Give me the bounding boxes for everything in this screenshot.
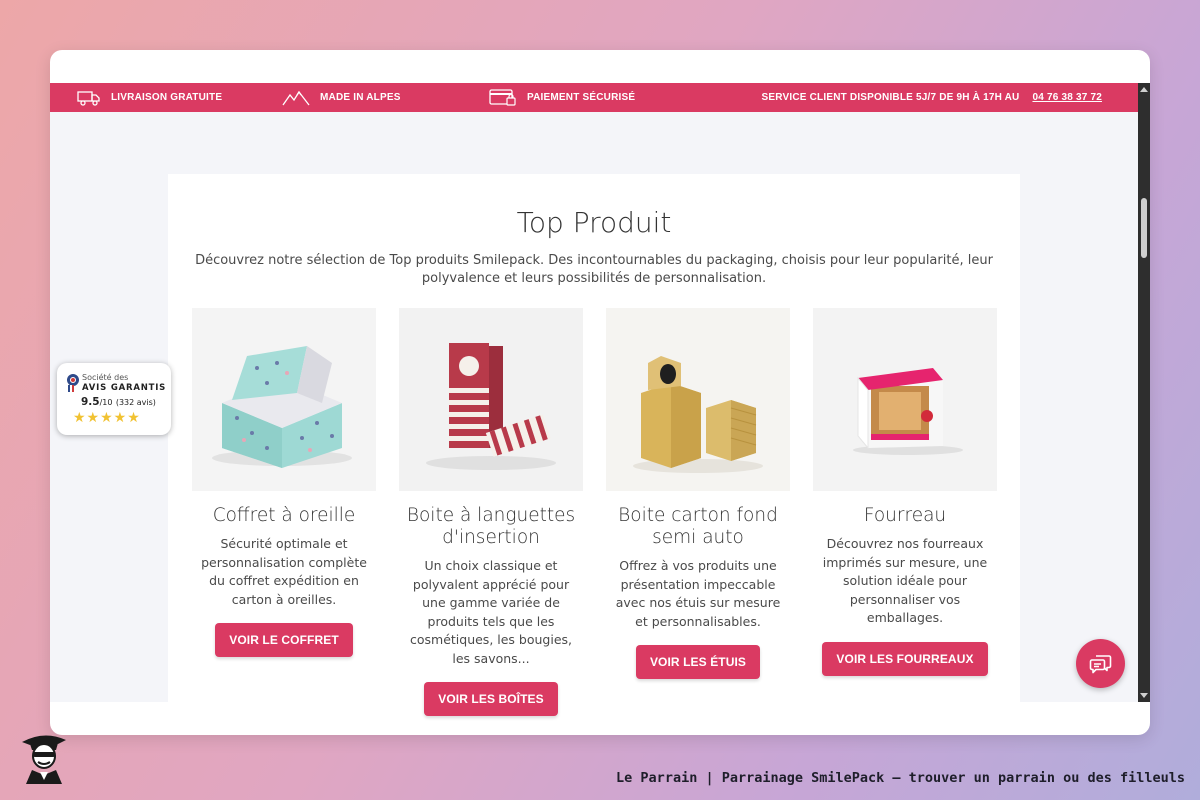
service-phone-link[interactable]: 04 76 38 37 72 [1032, 92, 1102, 103]
page-scrollbar[interactable] [1138, 83, 1150, 702]
product-title: Fourreau [863, 505, 947, 526]
footer-caption: Le Parrain | Parrainage SmilePack — trou… [616, 770, 1185, 786]
product-card-fond-semi-auto: Boite carton fond semi auto Offrez à vos… [606, 308, 790, 679]
info-bar: LIVRAISON GRATUITE MADE IN ALPES PAIEMEN… [50, 83, 1138, 112]
product-card-fourreau: Fourreau Découvrez nos fourreaux imprimé… [813, 308, 997, 676]
product-description: Offrez à vos produits une présentation i… [615, 558, 781, 629]
chat-icon [1089, 654, 1111, 673]
badge-line2: AVIS GARANTIS [82, 383, 167, 393]
scroll-up-arrow-icon[interactable] [1140, 87, 1148, 92]
product-description: Un choix classique et polyvalent appréci… [409, 558, 573, 666]
view-etuis-button[interactable]: VOIR LES ÉTUIS [635, 645, 761, 679]
top-products-section: Top Produit Découvrez notre sélection de… [168, 174, 1020, 734]
chat-button[interactable] [1076, 639, 1125, 688]
customer-service-item: SERVICE CLIENT DISPONIBLE 5J/7 DE 9H À 1… [762, 83, 1102, 112]
product-title: Boite carton fond semi auto [618, 505, 778, 548]
browser-window: LIVRAISON GRATUITE MADE IN ALPES PAIEMEN… [50, 50, 1150, 735]
made-in-item: MADE IN ALPES [282, 83, 401, 112]
free-delivery-label: LIVRAISON GRATUITE [111, 92, 223, 103]
view-fourreaux-button[interactable]: VOIR LES FOURREAUX [822, 641, 988, 676]
product-image-fourreau[interactable] [813, 308, 997, 491]
product-card-boite-languettes: Boite à languettes d'insertion Un choix … [399, 308, 583, 716]
truck-icon [77, 90, 100, 106]
free-delivery-item: LIVRAISON GRATUITE [77, 83, 222, 112]
badge-line1: Société des [82, 373, 129, 382]
product-image-boite-languettes[interactable] [399, 308, 583, 491]
section-title: Top Produit [516, 206, 672, 239]
product-card-coffret: Coffret à oreille Sécurité optimale et p… [192, 308, 376, 657]
view-coffret-button[interactable]: VOIR LE COFFRET [215, 623, 353, 657]
review-count: (332 avis) [115, 398, 156, 407]
scroll-down-arrow-icon[interactable] [1140, 693, 1148, 698]
product-image-coffret[interactable] [192, 308, 376, 491]
mountain-icon [282, 90, 310, 105]
product-title: Boite à languettes d'insertion [406, 505, 576, 548]
card-icon [489, 88, 516, 106]
badge-score: 9.5/10 (332 avis) [81, 396, 156, 408]
avatar-icon [22, 735, 66, 784]
score-value: 9.5 [81, 396, 100, 408]
reviews-badge[interactable]: Société des AVIS GARANTIS 9.5/10 (332 av… [57, 363, 171, 435]
secure-payment-item: PAIEMENT SÉCURISÉ [489, 83, 635, 112]
secure-payment-label: PAIEMENT SÉCURISÉ [527, 92, 636, 103]
rating-stars-icon: ★★★★★ [73, 410, 141, 426]
page-content: Top Produit Découvrez notre sélection de… [50, 112, 1138, 734]
service-text: SERVICE CLIENT DISPONIBLE 5J/7 DE 9H À 1… [761, 92, 1020, 103]
scrollbar-thumb[interactable] [1141, 198, 1147, 258]
product-title: Coffret à oreille [212, 505, 356, 526]
product-image-fond-semi-auto[interactable] [606, 308, 790, 491]
section-description: Découvrez notre sélection de Top produit… [195, 253, 993, 286]
made-in-label: MADE IN ALPES [320, 92, 401, 103]
french-flag-icon [68, 385, 74, 392]
score-suffix: /10 [99, 398, 113, 407]
view-boites-button[interactable]: VOIR LES BOÎTES [424, 682, 558, 716]
product-description: Découvrez nos fourreaux imprimés sur mes… [822, 536, 988, 625]
product-description: Sécurité optimale et personnalisation co… [201, 536, 367, 607]
